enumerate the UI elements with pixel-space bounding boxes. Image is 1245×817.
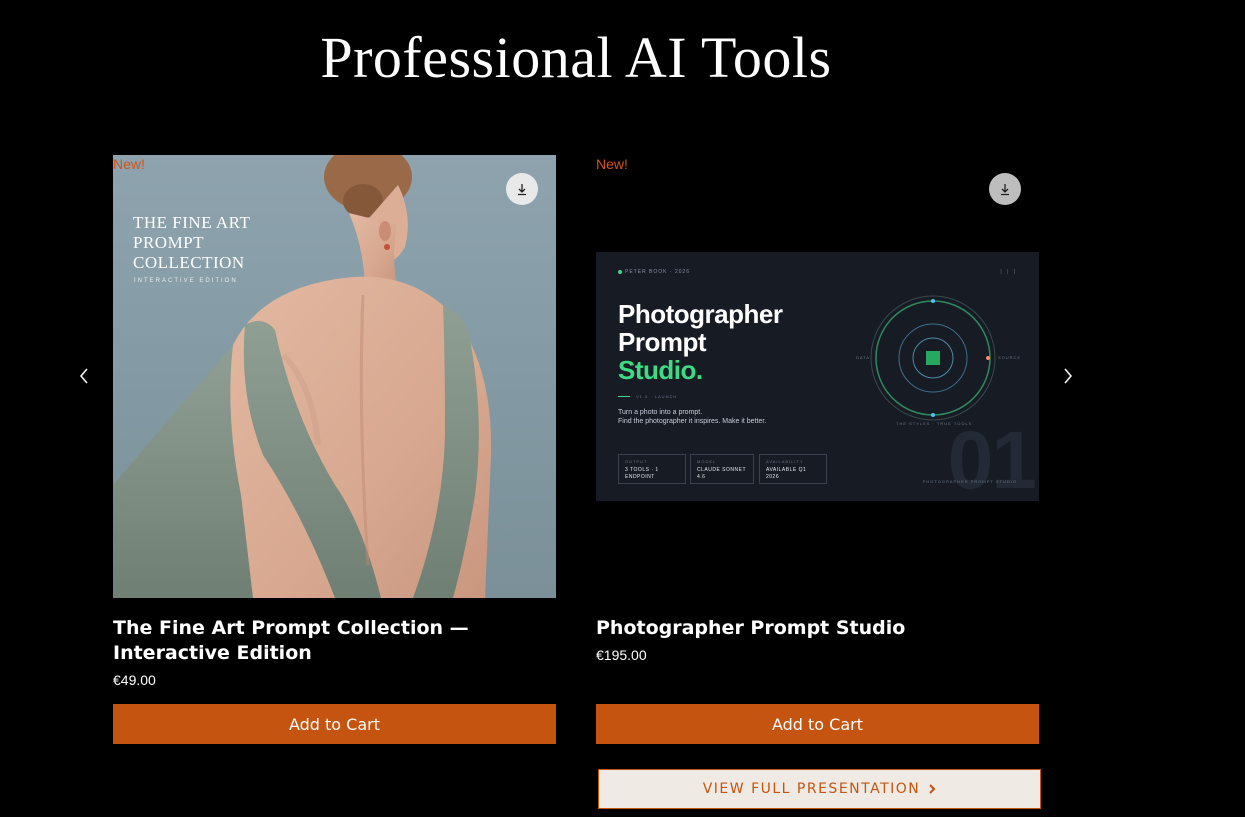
- orb-label-left: DATA: [856, 355, 871, 360]
- studio-banner-image: PETER BOOK · 2026 | | | Photographer Pro…: [596, 252, 1039, 501]
- product-card-fine-art[interactable]: THE FINE ART PROMPT COLLECTION INTERACTI…: [113, 155, 556, 744]
- add-to-cart-button[interactable]: Add to Cart: [596, 704, 1039, 744]
- chevron-right-icon: [1064, 368, 1072, 384]
- download-icon: [518, 184, 526, 196]
- page-title: Professional AI Tools: [320, 25, 832, 90]
- add-to-cart-button[interactable]: Add to Cart: [113, 704, 556, 744]
- product-name[interactable]: The Fine Art Prompt Collection — Interac…: [113, 616, 556, 666]
- carousel-prev-button[interactable]: [72, 364, 96, 388]
- orb-label-right: SOURCE: [998, 355, 1022, 360]
- chevron-right-icon: [928, 783, 936, 795]
- product-price: €49.00: [113, 672, 156, 688]
- product-image-photographer-studio[interactable]: New! PETER BOOK · 2026 | | | Photographe…: [596, 155, 1039, 598]
- fine-art-cover-image: THE FINE ART PROMPT COLLECTION INTERACTI…: [113, 155, 556, 598]
- orbit-target-icon: [870, 295, 996, 421]
- product-card-photographer-studio[interactable]: New! PETER BOOK · 2026 | | | Photographe…: [596, 155, 1039, 744]
- download-icon: [1001, 184, 1009, 196]
- cover-subtitle: INTERACTIVE EDITION: [134, 278, 238, 284]
- new-badge: New!: [113, 156, 145, 172]
- product-image-fine-art[interactable]: THE FINE ART PROMPT COLLECTION INTERACTI…: [113, 155, 556, 598]
- download-button[interactable]: [506, 173, 538, 205]
- product-price: €195.00: [596, 647, 647, 663]
- banner-footer-label: PHOTOGRAPHER PROMPT STUDIO: [922, 479, 1017, 484]
- chevron-left-icon: [80, 368, 88, 384]
- cover-title: THE FINE ART PROMPT COLLECTION: [133, 213, 251, 272]
- new-badge: New!: [596, 156, 628, 172]
- orb-label-bottom: THE STYLES · TRUE TOOLS: [896, 421, 973, 426]
- product-name[interactable]: Photographer Prompt Studio: [596, 616, 1039, 641]
- view-full-presentation-label: VIEW FULL PRESENTATION: [702, 781, 921, 797]
- view-full-presentation-button[interactable]: VIEW FULL PRESENTATION: [598, 769, 1041, 809]
- download-button[interactable]: [989, 173, 1021, 205]
- carousel-next-button[interactable]: [1056, 364, 1080, 388]
